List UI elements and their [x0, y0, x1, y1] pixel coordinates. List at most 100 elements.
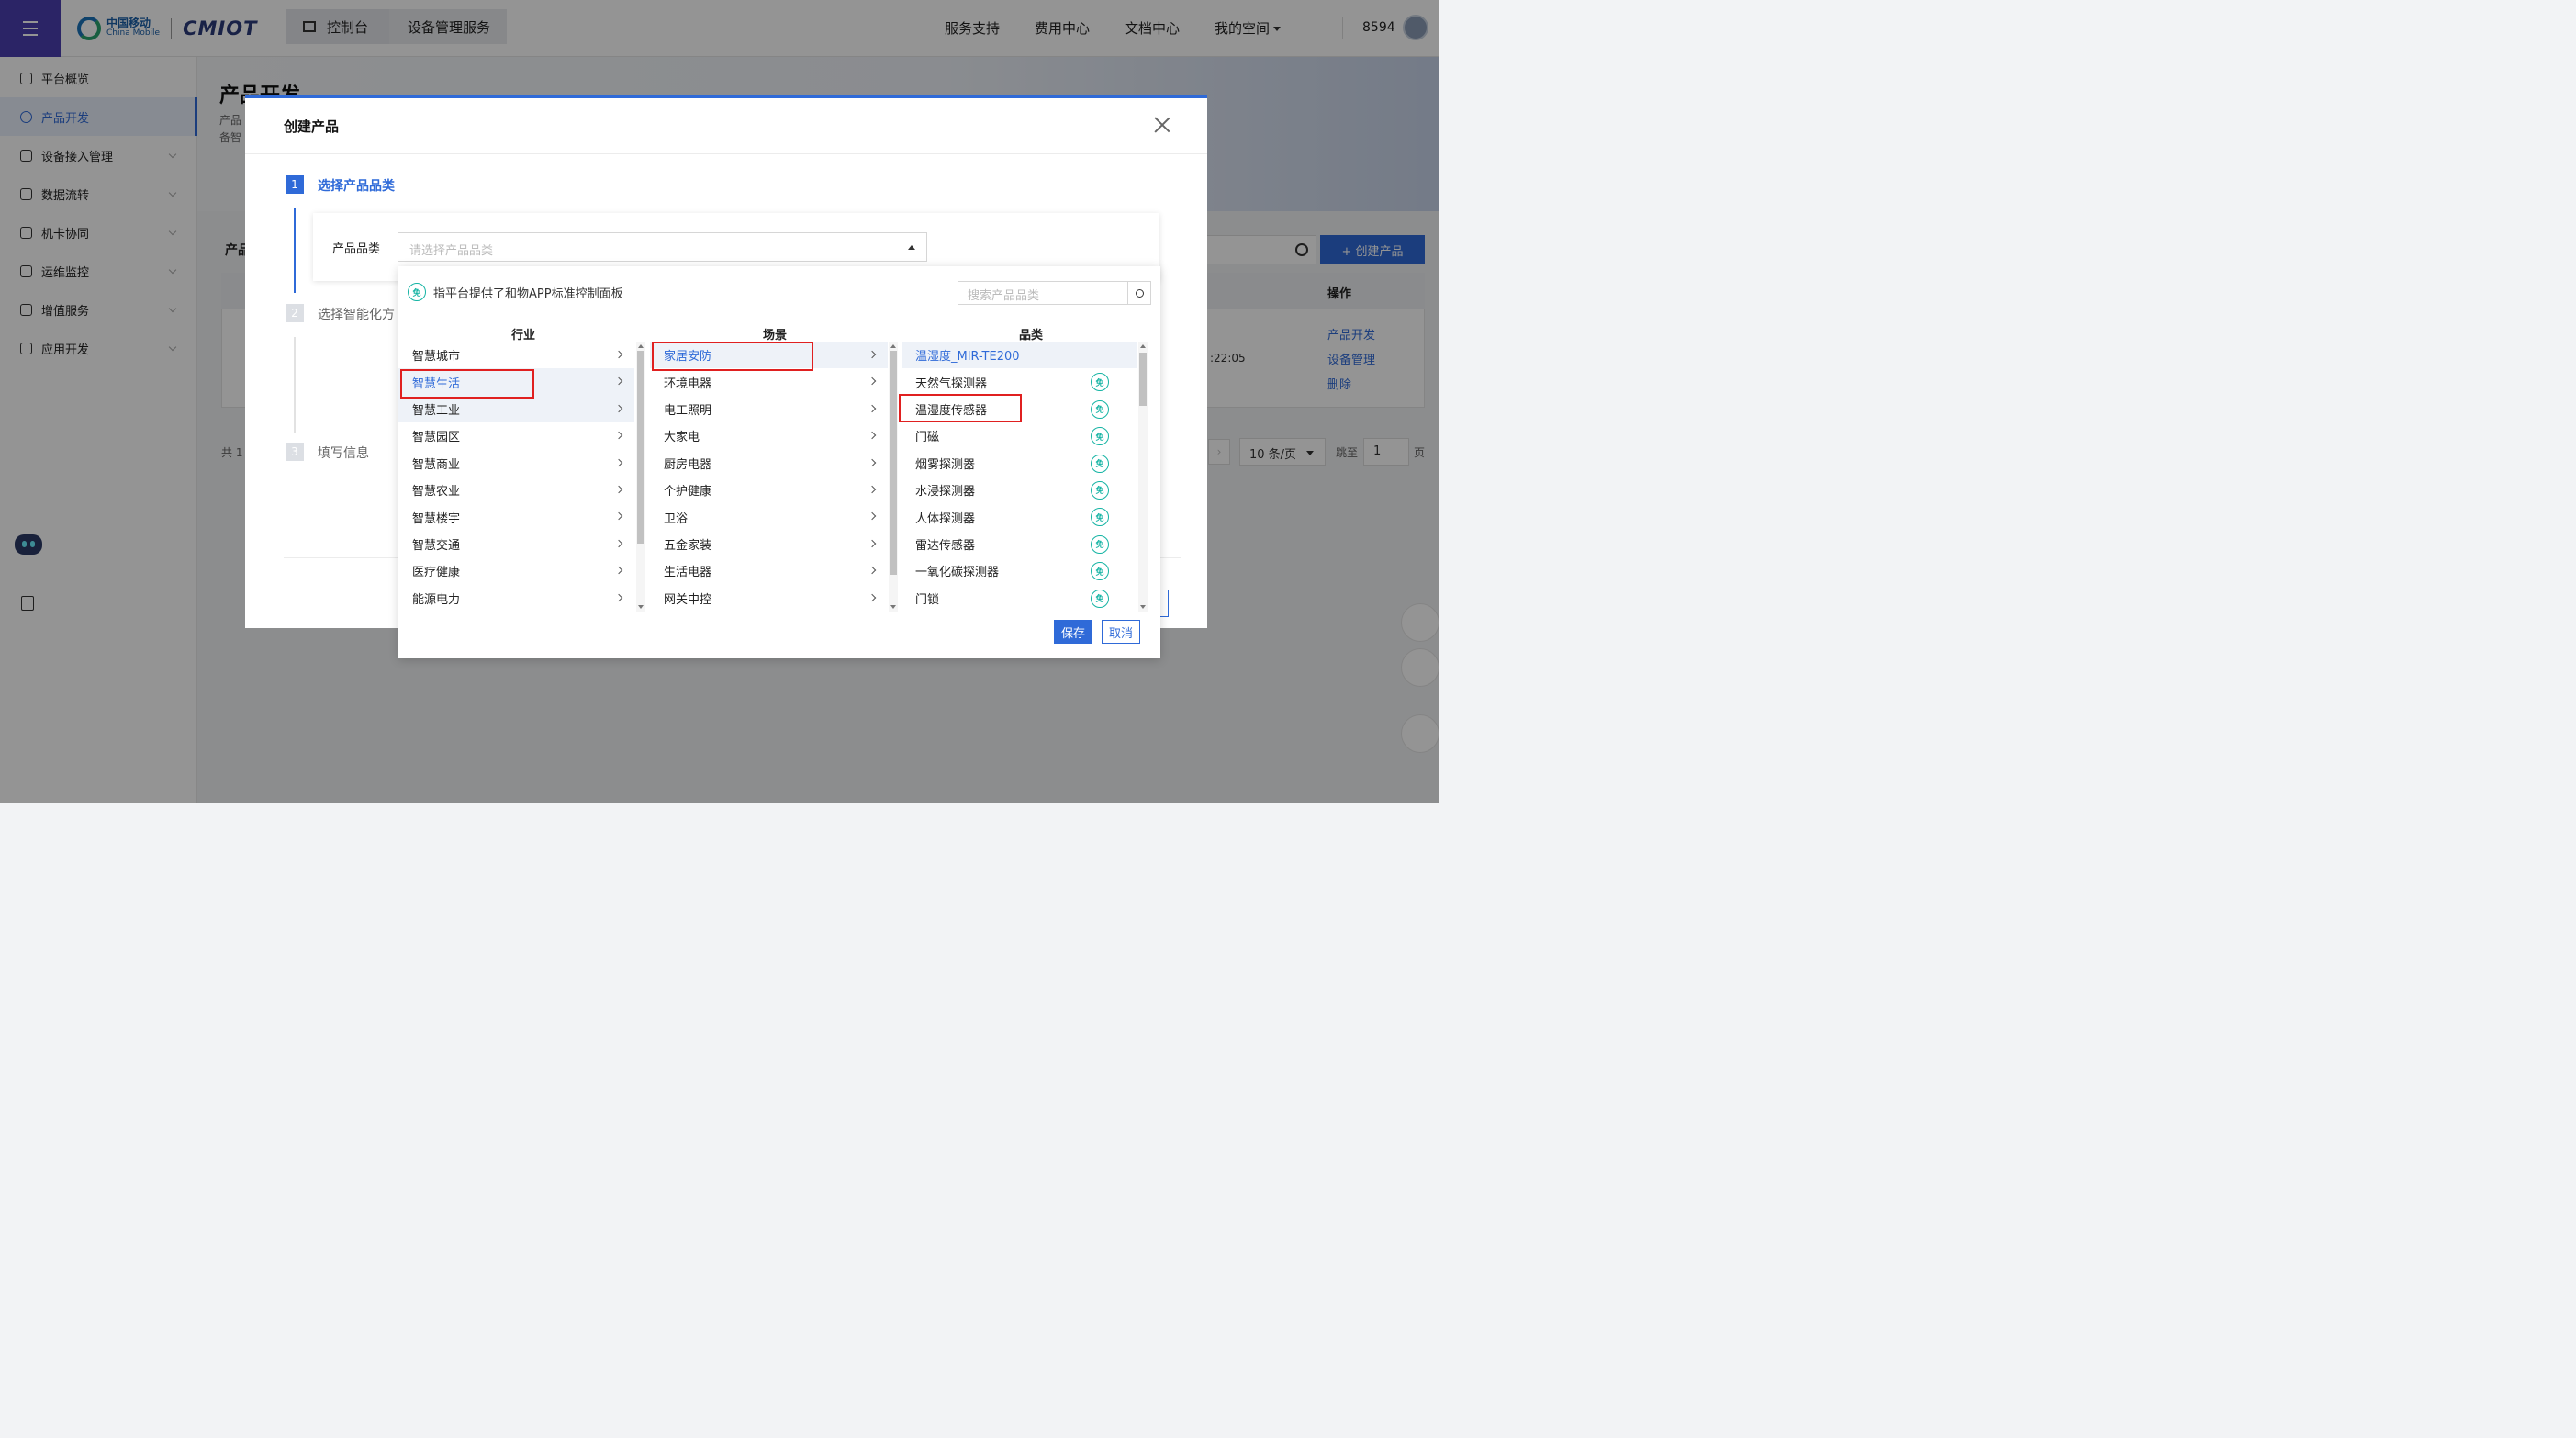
chevron-right-icon: [614, 431, 623, 440]
scene-item-label: 大家电: [664, 431, 700, 445]
industry-item[interactable]: 智慧交通: [398, 531, 634, 557]
category-select-placeholder: 请选择产品品类: [409, 244, 494, 258]
chevron-right-icon: [614, 539, 623, 547]
cancel-button[interactable]: 取消: [1102, 620, 1140, 644]
category-item-label: 雷达传感器: [915, 538, 976, 553]
category-item[interactable]: 水浸探测器 免: [902, 477, 1137, 503]
category-item[interactable]: 烟雾探测器 免: [902, 450, 1137, 477]
category-field-label: 产品品类: [332, 242, 381, 256]
category-item-label: 门磁: [915, 431, 940, 445]
chevron-right-icon: [868, 512, 877, 521]
scene-item[interactable]: 大家电: [650, 422, 888, 449]
industry-item-label: 能源电力: [412, 592, 461, 607]
step-2-label: 选择智能化方: [318, 308, 395, 322]
category-list: 温湿度_MIR-TE200 天然气探测器免 温湿度传感器免 门磁免 烟雾探测器免…: [902, 342, 1137, 612]
free-badge-icon: 免: [1091, 534, 1109, 554]
modal-footer-button[interactable]: [1159, 590, 1169, 617]
chevron-right-icon: [868, 350, 877, 359]
category-item[interactable]: 天然气探测器 免: [902, 368, 1137, 395]
chevron-right-icon: [868, 404, 877, 413]
category-item-label: 水浸探测器: [915, 485, 976, 500]
scroll-thumb[interactable]: [890, 351, 897, 575]
scene-item-label: 厨房电器: [664, 457, 712, 472]
chevron-right-icon: [614, 485, 623, 494]
modal-title: 创建产品: [284, 118, 340, 135]
scene-list: 家居安防 环境电器 电工照明 大家电 厨房电器 个护健康 卫浴 五金家装 生活电…: [650, 342, 888, 612]
category-dropdown-panel: 免 指平台提供了和物APP标准控制面板 搜索产品品类 行业 场景 品类 智慧城市…: [398, 266, 1160, 658]
industry-item[interactable]: 智慧商业: [398, 450, 634, 477]
scroll-up-icon: [890, 344, 896, 348]
industry-item-label: 智慧交通: [412, 538, 461, 553]
category-select[interactable]: 请选择产品品类: [398, 232, 927, 262]
scene-item[interactable]: 环境电器: [650, 368, 888, 395]
category-item-label: 温湿度_MIR-TE200: [915, 350, 1020, 365]
chevron-right-icon: [868, 539, 877, 547]
annotation-box-industry: [400, 369, 534, 399]
scene-item[interactable]: 个护健康: [650, 477, 888, 503]
category-item[interactable]: 人体探测器 免: [902, 503, 1137, 530]
chevron-right-icon: [614, 593, 623, 601]
search-icon[interactable]: [1127, 281, 1151, 305]
scroll-up-icon: [1140, 344, 1146, 348]
free-badge-icon: 免: [1091, 589, 1109, 608]
free-badge-icon: 免: [1091, 480, 1109, 500]
category-item[interactable]: 门锁 免: [902, 585, 1137, 612]
chevron-right-icon: [868, 431, 877, 440]
step-line-active: [294, 208, 296, 293]
scene-item[interactable]: 生活电器: [650, 557, 888, 584]
industry-item[interactable]: 智慧楼宇: [398, 503, 634, 530]
scroll-thumb[interactable]: [637, 351, 644, 544]
scene-item[interactable]: 电工照明: [650, 396, 888, 422]
scene-item[interactable]: 五金家装: [650, 531, 888, 557]
industry-item-label: 智慧园区: [412, 431, 461, 445]
industry-item[interactable]: 智慧工业: [398, 395, 634, 423]
industry-item[interactable]: 智慧城市: [398, 342, 634, 368]
chevron-right-icon: [614, 404, 623, 413]
scene-item[interactable]: 卫浴: [650, 503, 888, 530]
scroll-down-icon: [890, 605, 896, 609]
industry-item[interactable]: 能源电力: [398, 585, 634, 612]
step-3-badge: 3: [286, 443, 304, 461]
industry-item-label: 智慧工业: [412, 403, 461, 418]
chevron-right-icon: [614, 350, 623, 359]
chevron-right-icon: [614, 512, 623, 521]
industry-item[interactable]: 智慧农业: [398, 477, 634, 503]
scroll-thumb[interactable]: [1139, 353, 1147, 406]
column-header-industry: 行业: [510, 329, 535, 343]
scene-item-label: 个护健康: [664, 485, 712, 500]
scene-item[interactable]: 网关中控: [650, 585, 888, 612]
category-item-label: 一氧化碳探测器: [915, 566, 1000, 580]
step-line-inactive: [294, 337, 296, 433]
chevron-right-icon: [614, 566, 623, 575]
chevron-right-icon: [868, 377, 877, 386]
industry-item[interactable]: 医疗健康: [398, 557, 634, 584]
industry-item-label: 医疗健康: [412, 566, 461, 580]
industry-item[interactable]: 智慧园区: [398, 422, 634, 449]
category-scrollbar[interactable]: [1138, 342, 1148, 612]
category-item[interactable]: 雷达传感器 免: [902, 531, 1137, 557]
scene-item-label: 卫浴: [664, 511, 689, 526]
close-icon[interactable]: [1154, 117, 1170, 133]
save-button[interactable]: 保存: [1054, 620, 1092, 644]
scene-scrollbar[interactable]: [889, 342, 898, 612]
scene-item-label: 网关中控: [664, 592, 712, 607]
step-1-label: 选择产品品类: [318, 179, 395, 194]
caret-up-icon: [908, 245, 915, 250]
category-item[interactable]: 一氧化碳探测器 免: [902, 557, 1137, 584]
step-1-badge: 1: [286, 175, 304, 194]
category-item[interactable]: 温湿度_MIR-TE200: [902, 342, 1137, 369]
category-item[interactable]: 门磁 免: [902, 422, 1137, 449]
industry-item-label: 智慧楼宇: [412, 511, 461, 526]
step-2-badge: 2: [286, 304, 304, 322]
industry-scrollbar[interactable]: [636, 342, 645, 612]
scene-item-label: 环境电器: [664, 376, 712, 391]
column-header-scene: 场景: [762, 329, 787, 343]
scroll-down-icon: [638, 605, 644, 609]
scene-item[interactable]: 厨房电器: [650, 450, 888, 477]
scene-item-label: 电工照明: [664, 403, 712, 418]
category-search-input[interactable]: 搜索产品品类: [958, 281, 1128, 305]
scroll-down-icon: [1140, 605, 1146, 609]
free-badge-icon: 免: [1091, 454, 1109, 473]
column-header-category: 品类: [1018, 329, 1043, 343]
chevron-right-icon: [868, 458, 877, 466]
